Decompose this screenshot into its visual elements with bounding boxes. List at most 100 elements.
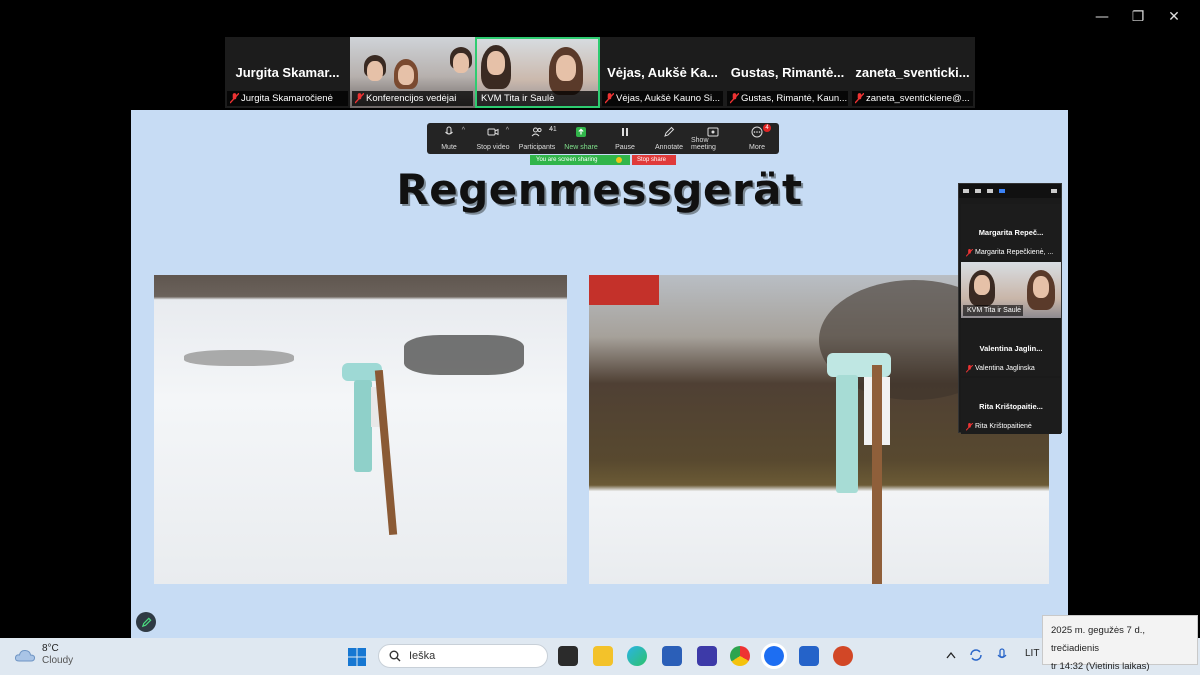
stop-video-button[interactable]: ^ Stop video	[471, 123, 515, 154]
mic-muted-icon	[966, 365, 973, 373]
mute-button[interactable]: ^ Mute	[427, 123, 471, 154]
zoom-app-icon[interactable]	[761, 643, 787, 669]
mic-muted-icon	[605, 93, 614, 104]
mic-muted-icon	[355, 93, 364, 104]
notification-badge: 4	[763, 124, 771, 132]
tooltip-time: tr 14:32 (Vietinis laikas)	[1051, 661, 1150, 672]
microphone-icon[interactable]	[996, 648, 1008, 662]
weather-widget[interactable]: 8°C Cloudy	[14, 643, 73, 667]
video-person	[453, 53, 469, 73]
microphone-icon	[445, 126, 453, 135]
panel-participant-tile[interactable]: Margarita Repeč... Margarita Repečkienė,…	[961, 204, 1061, 260]
chevron-up-icon[interactable]: ^	[462, 127, 465, 134]
weather-text: 8°C Cloudy	[42, 643, 73, 667]
expand-icon[interactable]	[1051, 189, 1057, 193]
hide-video-icon[interactable]	[975, 189, 981, 193]
participant-tile-active[interactable]: KVM Tita ir Saulė	[475, 37, 600, 108]
participant-name: Valentina Jaglin...	[979, 344, 1043, 353]
participant-label: Gustas, Rimantė, Kaun...	[727, 91, 848, 106]
search-placeholder: Ieška	[409, 650, 436, 662]
minimize-button[interactable]: —	[1084, 6, 1120, 28]
panel-participant-tile[interactable]: KVM Tita ir Saulė	[961, 262, 1061, 318]
stop-share-button[interactable]: Stop share	[632, 155, 676, 165]
task-view-icon[interactable]	[558, 646, 578, 666]
participant-name: Rita Krištopaitie...	[979, 402, 1043, 411]
participant-label: Vėjas, Aukšė Kauno Si...	[602, 91, 723, 106]
new-share-button[interactable]: New share	[559, 123, 603, 154]
microsoft-store-icon[interactable]	[662, 646, 682, 666]
photo-detail	[184, 350, 294, 366]
panel-participant-tile[interactable]: Rita Krištopaitie... Rita Krištopaitienė	[961, 378, 1061, 434]
gauge-tube	[354, 380, 372, 472]
language-indicator[interactable]: LIT	[1025, 648, 1039, 659]
participants-icon	[531, 127, 542, 137]
more-button[interactable]: 4 More	[735, 123, 779, 154]
panel-header	[959, 184, 1061, 198]
share-screen-icon	[576, 127, 586, 137]
window-controls: — ❐ ✕	[1084, 6, 1192, 28]
more-icon	[751, 126, 763, 138]
mic-muted-icon	[230, 93, 239, 104]
participant-name: Jurgita Skamar...	[235, 65, 340, 80]
chevron-up-icon[interactable]: ^	[550, 127, 553, 134]
gauge-tube	[836, 375, 858, 493]
show-meeting-button[interactable]: Show meeting	[691, 123, 735, 154]
floating-video-panel: Margarita Repeč... Margarita Repečkienė,…	[958, 183, 1062, 434]
mic-muted-icon	[730, 93, 739, 104]
participant-tile[interactable]: Konferencijos vedėjai	[350, 37, 475, 108]
restore-button[interactable]: ❐	[1120, 6, 1156, 28]
tooltip-date: 2025 m. gegužės 7 d., trečiadienis	[1051, 625, 1146, 654]
participant-tile[interactable]: Jurgita Skamar... Jurgita Skamaročienė	[225, 37, 350, 108]
slide-title: Regenmessgerät	[396, 165, 803, 214]
minimize-panel-icon[interactable]	[963, 189, 969, 193]
gauge-stick	[374, 369, 398, 536]
meeting-toolbar: ^ Mute ^ Stop video 41 ^ Participants Ne…	[427, 123, 779, 154]
panel-participant-tile[interactable]: Valentina Jaglin... Valentina Jaglinska	[961, 320, 1061, 376]
participant-name: Vėjas, Aukšė Ka...	[607, 65, 718, 80]
participant-label: KVM Tita ir Saulė	[963, 305, 1023, 316]
video-person	[487, 51, 505, 75]
rain-gauge-photo-snow	[154, 275, 567, 584]
participants-button[interactable]: 41 ^ Participants	[515, 123, 559, 154]
pencil-icon	[141, 617, 151, 627]
participant-label: Margarita Repečkienė, ...	[963, 247, 1059, 258]
edge-browser-icon[interactable]	[627, 646, 647, 666]
windows-start-icon[interactable]	[347, 647, 367, 667]
share-banner: You are screen sharing Stop share	[530, 155, 676, 165]
participant-label: Konferencijos vedėjai	[352, 91, 473, 106]
pause-icon	[622, 128, 628, 136]
chevron-up-icon[interactable]: ^	[506, 127, 509, 134]
close-button[interactable]: ✕	[1156, 6, 1192, 28]
photo-detail	[589, 275, 659, 305]
participant-label: Jurgita Skamaročienė	[227, 91, 348, 106]
search-icon	[389, 650, 401, 662]
pause-share-button[interactable]: Pause	[603, 123, 647, 154]
app-icon[interactable]	[697, 646, 717, 666]
word-app-icon[interactable]	[799, 646, 819, 666]
file-explorer-icon[interactable]	[593, 646, 613, 666]
video-person	[398, 65, 414, 85]
participant-label: KVM Tita ir Saulė	[477, 91, 598, 106]
participant-strip: Jurgita Skamar... Jurgita Skamaročienė K…	[225, 37, 975, 108]
participant-label: Valentina Jaglinska	[963, 363, 1059, 374]
video-person	[974, 275, 990, 295]
mic-muted-icon	[855, 93, 864, 104]
powerpoint-app-icon[interactable]	[833, 646, 853, 666]
participant-name: zaneta_sventicki...	[855, 65, 970, 80]
participant-tile[interactable]: Vėjas, Aukšė Ka... Vėjas, Aukšė Kauno Si…	[600, 37, 725, 108]
participant-tile[interactable]: zaneta_sventicki... zaneta_sventickiene@…	[850, 37, 975, 108]
mic-muted-icon	[966, 423, 973, 431]
meeting-window-icon	[707, 127, 719, 137]
speaker-view-icon[interactable]	[987, 189, 993, 193]
panel-spacer	[1011, 189, 1045, 193]
sync-icon[interactable]	[969, 648, 983, 662]
taskbar-search[interactable]: Ieška	[378, 644, 548, 668]
chrome-browser-icon[interactable]	[730, 646, 750, 666]
annotation-pen-button[interactable]	[136, 612, 156, 632]
annotate-button[interactable]: Annotate	[647, 123, 691, 154]
participant-tile[interactable]: Gustas, Rimantė... Gustas, Rimantė, Kaun…	[725, 37, 850, 108]
cloud-icon	[14, 649, 36, 662]
participant-name: Margarita Repeč...	[978, 228, 1044, 237]
chevron-up-icon[interactable]	[946, 651, 956, 659]
gallery-view-icon[interactable]	[999, 189, 1005, 193]
